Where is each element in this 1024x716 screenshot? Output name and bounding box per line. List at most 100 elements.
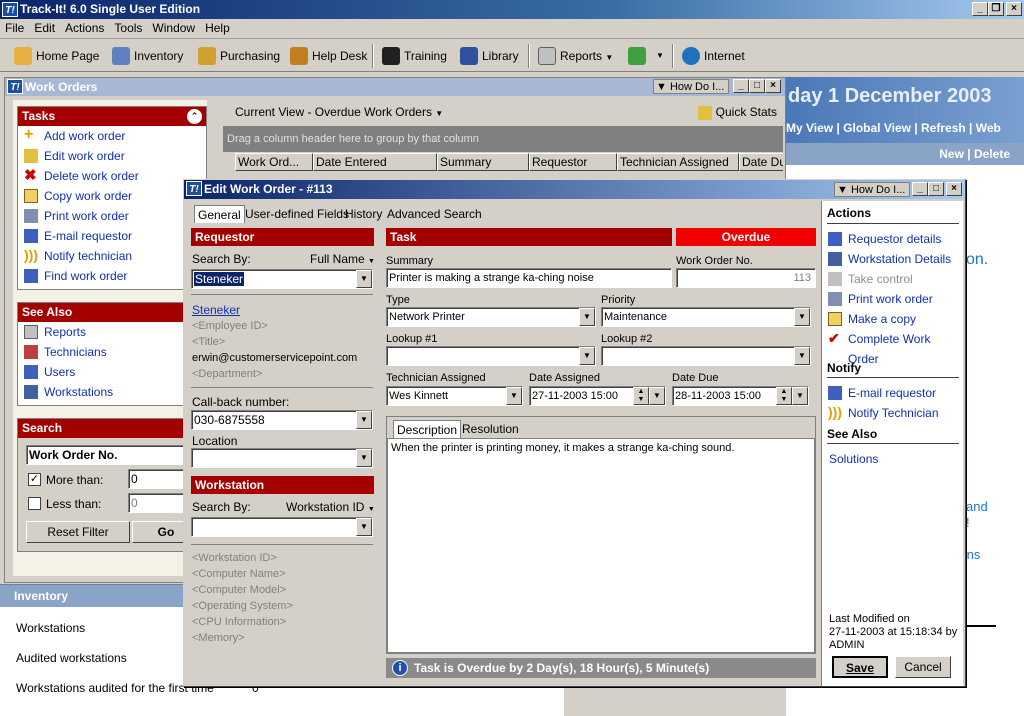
users-link[interactable]: Users — [18, 362, 206, 382]
date-assigned-input[interactable]: 27-11-2003 15:00 ▲ ▼ ▼ — [529, 386, 666, 406]
make-a-copy-link[interactable]: Make a copy — [822, 309, 916, 329]
column-header[interactable]: Date Du — [739, 153, 783, 171]
print-work-order-link[interactable]: Print work order — [18, 206, 206, 226]
technician-select[interactable]: Wes Kinnett ▼ — [386, 386, 523, 406]
group-by-area[interactable]: Drag a column header here to group by th… — [223, 126, 783, 152]
reset-filter-button[interactable]: Reset Filter — [26, 521, 130, 543]
menu-actions[interactable]: Actions — [60, 19, 109, 37]
technicians-link[interactable]: Technicians — [18, 342, 206, 362]
summary-input[interactable]: Printer is making a strange ka-ching noi… — [386, 268, 672, 288]
requestor-search-mode[interactable]: Full Name ▼ — [310, 252, 375, 266]
my-view-link[interactable]: My View — [786, 121, 833, 135]
how-do-i-button[interactable]: ▼ How Do I... — [653, 79, 729, 94]
location-select[interactable]: ▼ — [191, 448, 373, 468]
chevron-down-icon[interactable]: ▼ — [356, 449, 372, 467]
workstation-details-link[interactable]: Workstation Details — [822, 249, 951, 269]
email-requestor-link[interactable]: E-mail requestor — [18, 226, 206, 246]
workstations-link[interactable]: Workstations — [18, 382, 206, 402]
chevron-down-icon[interactable]: ▼ — [649, 387, 665, 405]
notify-technician-link[interactable]: ))) Notify technician — [18, 246, 206, 266]
tab-user-defined-fields[interactable]: User-defined Fields — [242, 205, 352, 223]
spinner-icon[interactable]: ▲ ▼ — [633, 387, 649, 405]
inventory-item[interactable]: Audited workstations — [16, 651, 127, 665]
chevron-down-icon[interactable]: ▼ — [506, 387, 522, 405]
gadgets-button[interactable]: ▼ — [628, 46, 668, 66]
complete-work-order-link[interactable]: ✔ Complete Work Order — [822, 329, 963, 366]
date-due-input[interactable]: 28-11-2003 15:00 ▲ ▼ ▼ — [672, 386, 809, 406]
callback-input[interactable]: 030-6875558 ▼ — [191, 410, 373, 430]
column-header[interactable]: Technician Assigned — [617, 153, 739, 171]
reports-button[interactable]: Reports ▼ — [538, 46, 613, 66]
inventory-button[interactable]: Inventory — [112, 46, 183, 66]
tab-resolution[interactable]: Resolution — [459, 420, 522, 438]
chevron-down-icon[interactable]: ▼ — [656, 46, 664, 66]
find-work-order-link[interactable]: Find work order — [18, 266, 206, 286]
collapse-icon[interactable]: ⌃ — [187, 109, 202, 124]
chevron-down-icon[interactable]: ▼ — [794, 308, 810, 326]
less-than-checkbox[interactable] — [28, 497, 41, 510]
column-header[interactable]: Date Entered — [313, 153, 437, 171]
training-button[interactable]: Training — [382, 46, 447, 66]
current-view-dropdown[interactable]: Current View - Overdue Work Orders — [235, 105, 432, 119]
minimize-icon[interactable]: _ — [733, 79, 749, 93]
menu-tools[interactable]: Tools — [109, 19, 147, 37]
maximize-icon[interactable]: □ — [749, 79, 765, 93]
purchasing-button[interactable]: Purchasing — [198, 46, 280, 66]
chevron-down-icon[interactable]: ▼ — [792, 387, 808, 405]
chevron-down-icon[interactable]: ▼ — [579, 308, 595, 326]
web-link[interactable]: Web — [976, 121, 1001, 135]
tab-general[interactable]: General — [194, 205, 245, 223]
description-textarea[interactable]: When the printer is printing money, it m… — [387, 438, 815, 653]
column-header[interactable]: Summary — [437, 153, 529, 171]
new-link[interactable]: New — [939, 147, 964, 161]
take-control-link[interactable]: Take control — [822, 269, 913, 289]
minimize-icon[interactable]: _ — [972, 2, 988, 16]
delete-link[interactable]: Delete — [974, 147, 1010, 161]
lookup2-select[interactable]: ▼ — [601, 346, 811, 366]
requestor-details-link[interactable]: Requestor details — [822, 229, 941, 249]
lookup1-select[interactable]: ▼ — [386, 346, 596, 366]
save-button[interactable]: Save — [832, 656, 888, 678]
workstation-search-mode[interactable]: Workstation ID ▼ — [286, 500, 375, 514]
close-icon[interactable]: × — [765, 79, 781, 93]
copy-work-order-link[interactable]: Copy work order — [18, 186, 206, 206]
chevron-down-icon[interactable]: ▼ — [356, 270, 372, 288]
cancel-button[interactable]: Cancel — [895, 656, 951, 678]
add-work-order-link[interactable]: + Add work order — [18, 126, 206, 146]
spinner-icon[interactable]: ▲ ▼ — [776, 387, 792, 405]
restore-icon[interactable]: ❐ — [988, 2, 1004, 16]
maximize-icon[interactable]: □ — [928, 182, 944, 196]
close-icon[interactable]: × — [946, 182, 962, 196]
tab-advanced-search[interactable]: Advanced Search — [384, 205, 485, 223]
email-requestor-link[interactable]: E-mail requestor — [822, 383, 936, 403]
chevron-down-icon[interactable]: ▼ — [794, 347, 810, 365]
how-do-i-button[interactable]: ▼ How Do I... — [834, 182, 910, 197]
menu-help[interactable]: Help — [200, 19, 235, 37]
search-field-select[interactable]: Work Order No. — [26, 445, 200, 465]
column-header[interactable]: Requestor — [529, 153, 617, 171]
notify-technician-link[interactable]: ))) Notify Technician — [822, 403, 939, 423]
requestor-name-link[interactable]: Steneker — [192, 303, 240, 317]
workstation-input[interactable]: ▼ — [191, 517, 373, 537]
close-icon[interactable]: × — [1006, 2, 1022, 16]
help-desk-button[interactable]: Help Desk — [290, 46, 367, 66]
reports-link[interactable]: Reports — [18, 322, 206, 342]
column-header[interactable]: Work Ord... — [235, 153, 313, 171]
tab-history[interactable]: History — [342, 205, 385, 223]
menu-edit[interactable]: Edit — [29, 19, 60, 37]
chevron-down-icon[interactable]: ▼ — [356, 518, 372, 536]
chevron-down-icon[interactable]: ▼ — [435, 109, 443, 118]
chevron-down-icon[interactable]: ▼ — [605, 53, 613, 62]
chevron-down-icon[interactable]: ▼ — [356, 411, 372, 429]
print-work-order-link[interactable]: Print work order — [822, 289, 933, 309]
solutions-link[interactable]: Solutions — [822, 449, 878, 469]
global-view-link[interactable]: Global View — [843, 121, 911, 135]
menu-window[interactable]: Window — [147, 19, 200, 37]
internet-button[interactable]: Internet — [682, 46, 745, 66]
home-page-button[interactable]: Home Page — [14, 46, 99, 66]
more-than-checkbox[interactable]: ✓ — [28, 473, 41, 486]
minimize-icon[interactable]: _ — [912, 182, 928, 196]
library-button[interactable]: Library — [460, 46, 519, 66]
quick-stats-button[interactable]: Quick Stats — [698, 100, 777, 124]
inventory-item[interactable]: Workstations — [16, 621, 85, 635]
